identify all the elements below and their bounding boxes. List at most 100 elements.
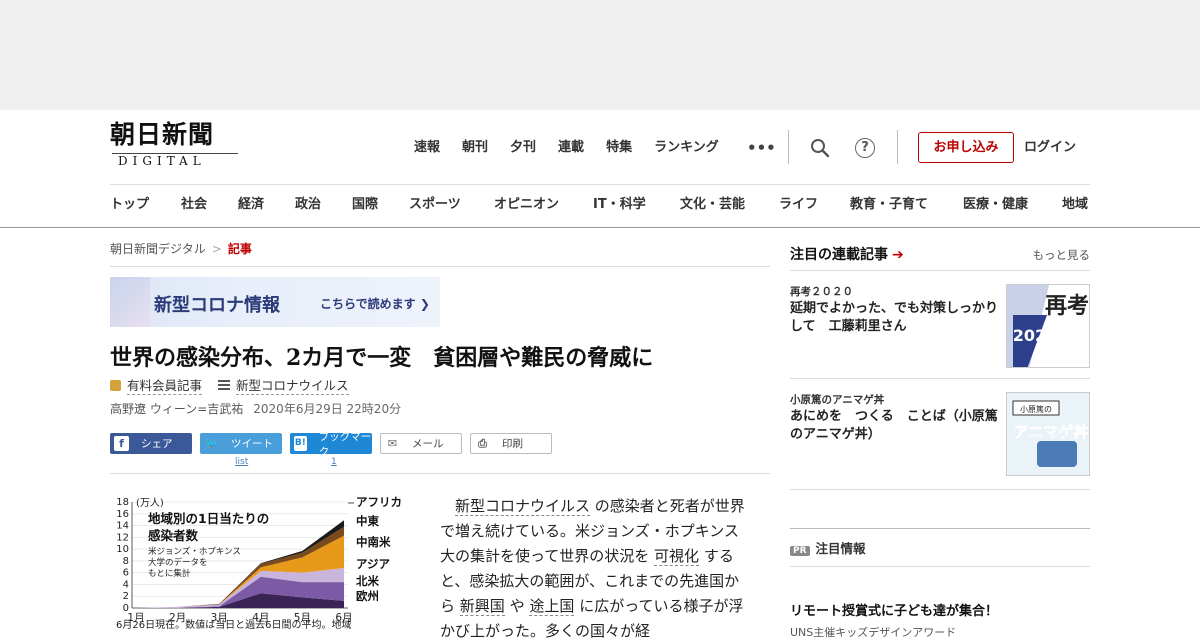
category-nav: トップ 社会 経済 政治 国際 スポーツ オピニオン IT・科学 文化・芸能 ラ… bbox=[110, 194, 1092, 216]
card-title[interactable]: あにめを つくる ことば（小原篤のアニマゲ丼） bbox=[790, 408, 1002, 444]
share-mail-label: メール bbox=[412, 438, 444, 450]
link-emerging[interactable]: 新興国 bbox=[459, 597, 505, 616]
pr-headline[interactable]: リモート授賞式に子ども達が集合！ bbox=[790, 600, 998, 619]
y-tick-label: 4 bbox=[123, 579, 129, 590]
card-title[interactable]: 延期でよかった、でも対策しっかりして 工藤莉里さん bbox=[790, 300, 1002, 336]
nav-evening[interactable]: 夕刊 bbox=[510, 138, 536, 158]
breadcrumb: 朝日新聞デジタル > 記事 bbox=[110, 240, 252, 257]
body-text-3: や bbox=[509, 597, 525, 615]
pr-badge: PR bbox=[790, 546, 810, 556]
search-icon[interactable] bbox=[810, 138, 830, 158]
y-tick-label: 18 bbox=[116, 497, 129, 508]
ad-band bbox=[0, 0, 1200, 110]
help-icon[interactable]: ? bbox=[855, 138, 875, 158]
cat-politics[interactable]: 政治 bbox=[295, 194, 352, 216]
share-facebook-button[interactable]: f シェア bbox=[110, 433, 192, 454]
divider bbox=[790, 528, 1090, 529]
share-mail-button[interactable]: ✉ メール bbox=[380, 433, 462, 454]
card-kicker[interactable]: 再考２０２０ bbox=[790, 284, 853, 299]
divider bbox=[790, 566, 1090, 567]
banner-decoration bbox=[110, 277, 150, 327]
thumb-year: 2020 bbox=[1013, 326, 1058, 345]
sidebar-title-text: 注目の連載記事 bbox=[790, 247, 888, 263]
cat-sports[interactable]: スポーツ bbox=[409, 194, 494, 216]
nav-series[interactable]: 連載 bbox=[558, 138, 584, 158]
divider bbox=[790, 378, 1090, 379]
divider bbox=[110, 266, 770, 267]
thumb-title: アニマゲ丼 bbox=[1014, 423, 1089, 441]
chart-subtitle: 米ジョンズ・ホプキンス bbox=[148, 546, 241, 557]
corona-banner[interactable]: 新型コロナ情報 こちらで読めます ❯ bbox=[110, 277, 440, 327]
cat-international[interactable]: 国際 bbox=[352, 194, 409, 216]
link-covid[interactable]: 新型コロナウイルス bbox=[455, 497, 591, 516]
cat-opinion[interactable]: オピニオン bbox=[494, 194, 593, 216]
site-logo[interactable]: 朝日新聞 DIGITAL bbox=[110, 122, 240, 170]
link-developing[interactable]: 途上国 bbox=[529, 597, 575, 616]
cat-life[interactable]: ライフ bbox=[779, 194, 850, 216]
mail-icon: ✉ bbox=[387, 437, 398, 450]
legend-label: 欧州 bbox=[356, 589, 379, 603]
breadcrumb-separator: > bbox=[211, 242, 222, 256]
lock-icon bbox=[110, 379, 121, 391]
cat-education[interactable]: 教育・子育て bbox=[850, 194, 963, 216]
cat-economy[interactable]: 経済 bbox=[238, 194, 295, 216]
logo-japanese: 朝日新聞 bbox=[110, 120, 215, 149]
article-headline: 世界の感染分布、2カ月で一変 貧困層や難民の脅威に bbox=[110, 345, 654, 371]
link-visualize[interactable]: 可視化 bbox=[654, 547, 700, 566]
cat-health[interactable]: 医療・健康 bbox=[963, 194, 1062, 216]
twitter-count[interactable]: list bbox=[235, 457, 248, 467]
publish-date: 2020年6月29日 22時20分 bbox=[253, 402, 402, 416]
logo-english: DIGITAL bbox=[118, 154, 206, 168]
divider bbox=[788, 130, 789, 164]
legend-label: アフリカ bbox=[356, 495, 402, 509]
thumb-kanji: 再考 bbox=[1045, 293, 1089, 319]
y-tick-label: 6 bbox=[123, 568, 129, 579]
sidebar: 注目の連載記事 ➔ もっと見る 再考２０２０ 延期でよかった、でも対策しっかりして… bbox=[790, 228, 1091, 639]
legend-label: 北米 bbox=[356, 574, 379, 588]
cat-top[interactable]: トップ bbox=[110, 194, 181, 216]
share-hatena-label: ブックマーク bbox=[318, 430, 372, 458]
chart-subtitle: 大学のデータを bbox=[148, 557, 208, 568]
nav-breaking[interactable]: 速報 bbox=[414, 138, 440, 158]
see-more-link[interactable]: もっと見る bbox=[1033, 247, 1091, 263]
article-tags: 有料会員記事 新型コロナウイルス bbox=[110, 375, 349, 395]
author: 高野遼 ウィーン=吉武祐 bbox=[110, 402, 244, 416]
cat-culture[interactable]: 文化・芸能 bbox=[680, 194, 779, 216]
sidebar-title[interactable]: 注目の連載記事 ➔ bbox=[790, 244, 904, 264]
login-link[interactable]: ログイン bbox=[1024, 138, 1076, 158]
divider bbox=[897, 130, 898, 164]
article-body: 新型コロナウイルス の感染者と死者が世界で増え続けている。米ジョンズ・ホプキンス… bbox=[440, 494, 752, 644]
article-main: 朝日新聞デジタル > 記事 新型コロナ情報 こちらで読めます ❯ 世界の感染分布、2… bbox=[110, 228, 770, 640]
breadcrumb-home[interactable]: 朝日新聞デジタル bbox=[110, 242, 206, 256]
apply-button[interactable]: お申し込み bbox=[918, 132, 1014, 163]
card-kicker[interactable]: 小原篤のアニマゲ丼 bbox=[790, 392, 884, 407]
share-facebook-label: シェア bbox=[141, 438, 173, 450]
card-thumbnail[interactable]: 小原篤の アニマゲ丼 bbox=[1006, 392, 1090, 476]
nav-morning[interactable]: 朝刊 bbox=[462, 138, 488, 158]
legend-label: 中東 bbox=[356, 514, 379, 528]
hatena-count[interactable]: 1 bbox=[331, 457, 337, 467]
more-menu-icon[interactable]: ••• bbox=[747, 138, 776, 158]
paid-member-tag[interactable]: 有料会員記事 bbox=[127, 375, 203, 395]
legend-label: アジア bbox=[356, 557, 391, 571]
share-twitter-button[interactable]: 🐦 ツイート bbox=[200, 433, 282, 454]
top-nav: 速報 朝刊 夕刊 連載 特集 ランキング bbox=[414, 138, 741, 158]
share-hatena-button[interactable]: B! ブックマーク bbox=[290, 431, 372, 458]
print-button[interactable]: ⎙ 印刷 bbox=[470, 433, 552, 454]
arrow-right-icon: ➔ bbox=[892, 247, 904, 263]
card-thumbnail[interactable]: 再考 2020 bbox=[1006, 284, 1090, 368]
cat-it-science[interactable]: IT・科学 bbox=[593, 194, 680, 216]
infection-chart[interactable]: 1816141210864201月 2月 3月 4月 5月 6月(万人)地域別の1日当たり… bbox=[110, 494, 420, 630]
banner-title: 新型コロナ情報 bbox=[154, 295, 280, 316]
divider bbox=[790, 489, 1090, 490]
legend-label: 中南米 bbox=[356, 535, 391, 549]
cat-society[interactable]: 社会 bbox=[181, 194, 238, 216]
nav-ranking[interactable]: ランキング bbox=[654, 138, 719, 158]
topic-tag[interactable]: 新型コロナウイルス bbox=[236, 375, 349, 395]
nav-features[interactable]: 特集 bbox=[606, 138, 632, 158]
saiko-thumb-image: 再考 2020 bbox=[1007, 285, 1089, 367]
cat-local[interactable]: 地域 bbox=[1062, 194, 1092, 216]
y-tick-label: 12 bbox=[116, 532, 129, 543]
print-label: 印刷 bbox=[502, 438, 523, 450]
pr-title-text: 注目情報 bbox=[815, 541, 866, 556]
